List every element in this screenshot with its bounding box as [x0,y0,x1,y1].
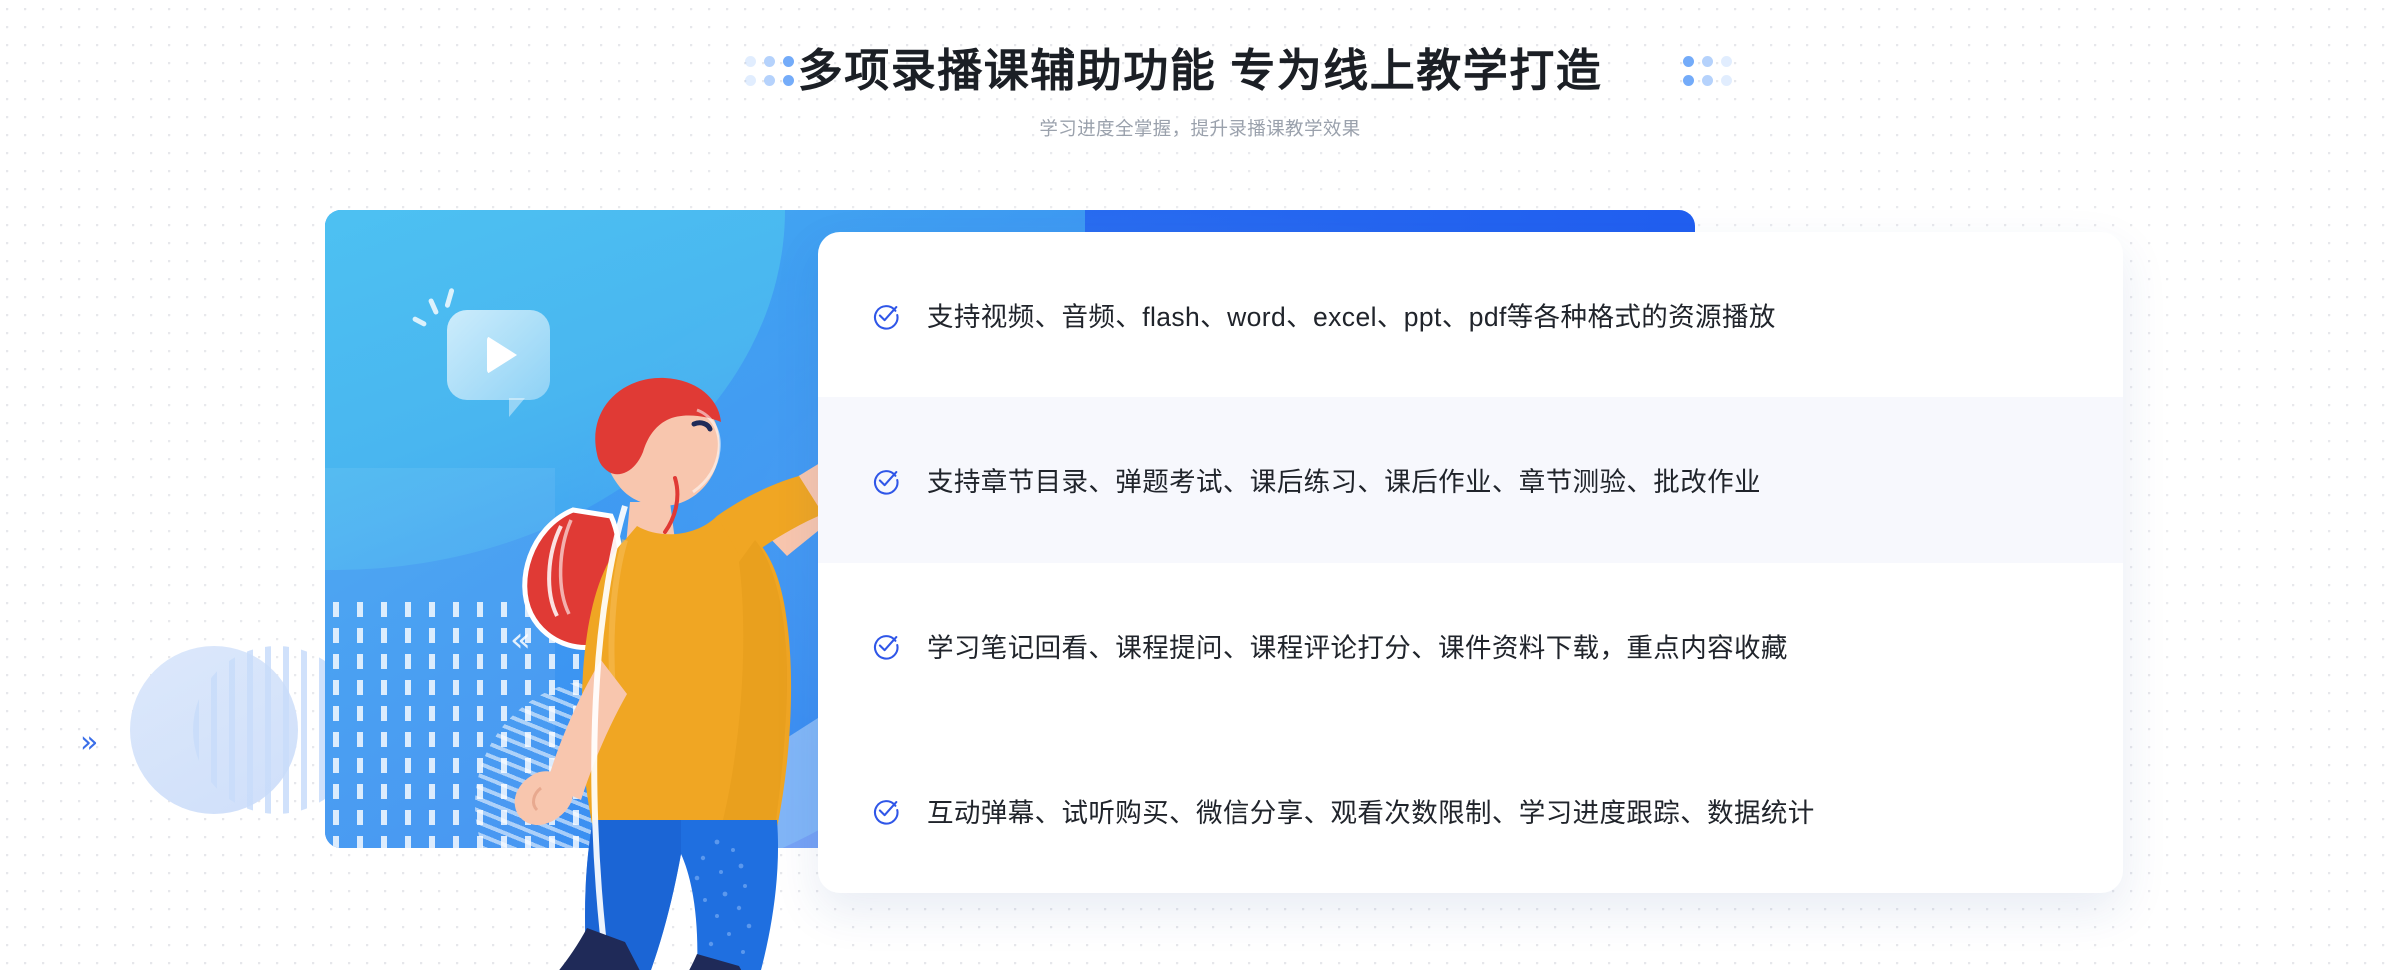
page-subtitle: 学习进度全掌握，提升录播课教学效果 [1039,118,1361,139]
play-button-bubble-icon [447,310,550,417]
feature-text: 支持章节目录、弹题考试、课后练习、课后作业、章节测验、批改作业 [927,467,1761,498]
check-circle-icon [873,304,899,330]
double-chevron-right-icon: » [80,725,98,760]
page-title: 多项录播课辅助功能 专为线上教学打造 [797,45,1603,96]
check-circle-icon [873,635,899,660]
feature-text: 互动弹幕、试听购买、微信分享、观看次数限制、学习进度跟踪、数据统计 [927,797,1815,828]
feature-row[interactable]: 互动弹幕、试听购买、微信分享、观看次数限制、学习进度跟踪、数据统计 [818,728,2123,893]
feature-text: 支持视频、音频、flash、word、excel、ppt、pdf等各种格式的资源… [927,302,1776,333]
play-triangle-icon [487,336,517,374]
check-circle-icon [873,800,899,825]
feature-card: 支持视频、音频、flash、word、excel、ppt、pdf等各种格式的资源… [818,232,2123,893]
feature-row[interactable]: 学习笔记回看、课程提问、课程评论打分、课件资料下载，重点内容收藏 [818,563,2123,728]
feature-text: 学习笔记回看、课程提问、课程评论打分、课件资料下载，重点内容收藏 [927,632,1788,663]
page-header: 多项录播课辅助功能 专为线上教学打造 学习进度全掌握，提升录播课教学效果 [0,0,2400,175]
feature-row[interactable]: 支持视频、音频、flash、word、excel、ppt、pdf等各种格式的资源… [818,232,2123,397]
feature-row[interactable]: 支持章节目录、弹题考试、课后练习、课后作业、章节测验、批改作业 [818,397,2123,563]
check-circle-icon [873,469,899,495]
